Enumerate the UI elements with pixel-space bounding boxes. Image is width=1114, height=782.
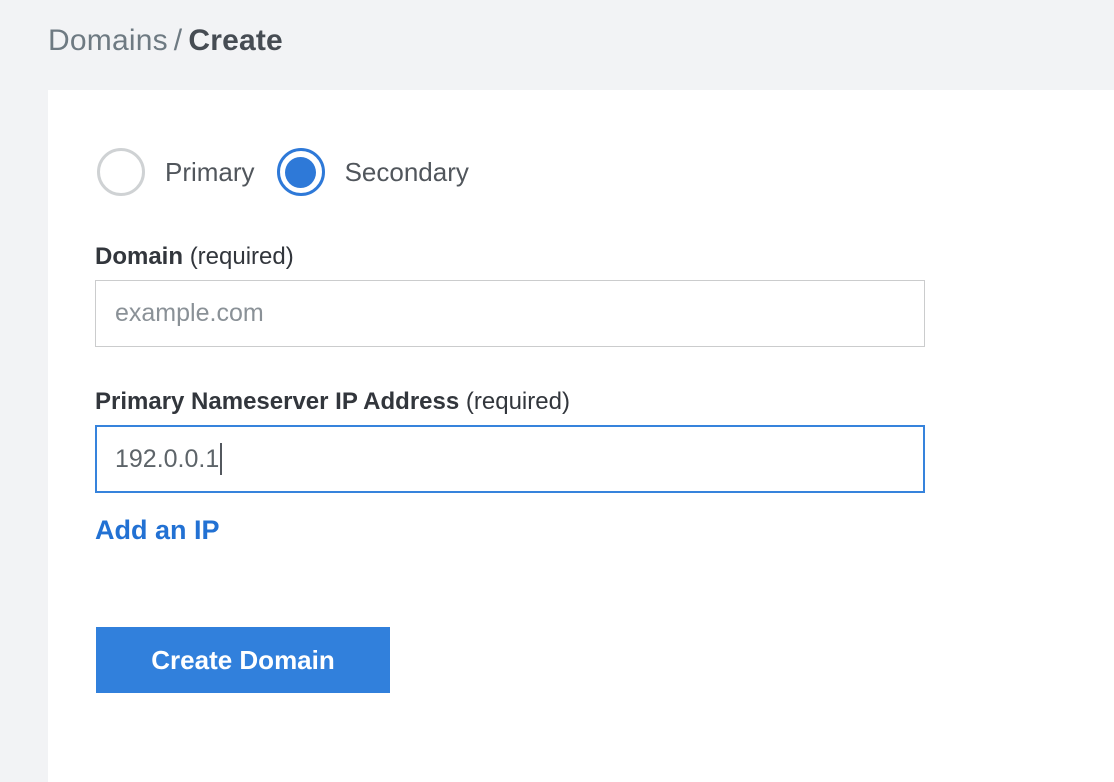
create-domain-button[interactable]: Create Domain bbox=[96, 627, 390, 693]
domain-required-hint: (required) bbox=[190, 243, 294, 270]
domain-label-text: Domain bbox=[95, 243, 183, 270]
domain-field-label: Domain (required) bbox=[95, 243, 294, 271]
add-ip-link[interactable]: Add an IP bbox=[95, 515, 220, 546]
radio-primary-label[interactable]: Primary bbox=[165, 157, 255, 188]
domain-input[interactable] bbox=[95, 280, 925, 347]
ip-field-label: Primary Nameserver IP Address (required) bbox=[95, 388, 570, 416]
create-domain-page: Domains/Create Primary Secondary Domain … bbox=[0, 0, 1114, 782]
text-caret bbox=[220, 443, 222, 475]
domain-type-radio-group: Primary Secondary bbox=[97, 148, 469, 196]
breadcrumb-current-create: Create bbox=[188, 24, 283, 57]
ip-input[interactable]: 192.0.0.1 bbox=[95, 425, 925, 493]
radio-primary[interactable] bbox=[97, 148, 145, 196]
radio-secondary[interactable] bbox=[277, 148, 325, 196]
breadcrumb-domains-link[interactable]: Domains bbox=[48, 24, 168, 57]
ip-required-hint: (required) bbox=[466, 388, 570, 415]
radio-secondary-label[interactable]: Secondary bbox=[345, 157, 469, 188]
breadcrumb-separator: / bbox=[174, 24, 183, 57]
breadcrumb: Domains/Create bbox=[48, 24, 283, 58]
ip-input-value: 192.0.0.1 bbox=[115, 445, 219, 474]
ip-label-text: Primary Nameserver IP Address bbox=[95, 388, 459, 415]
create-domain-form-panel: Primary Secondary Domain (required) Prim… bbox=[48, 90, 1114, 782]
